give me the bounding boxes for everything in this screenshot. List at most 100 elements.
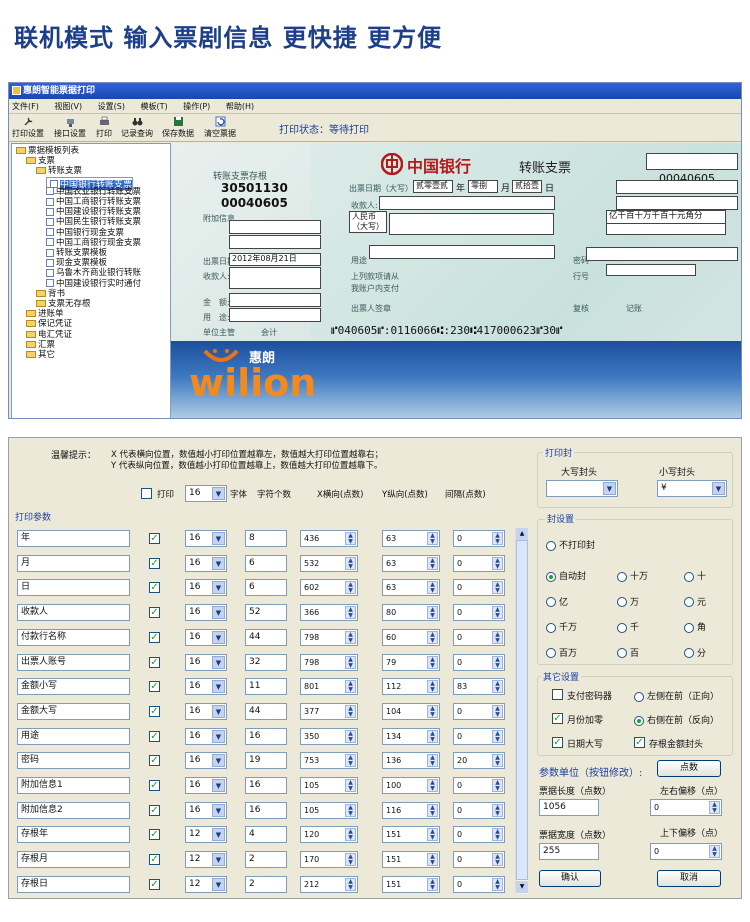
tree-item[interactable]: 中国农业银行转账支票 [46,187,141,197]
spinner-arrows-icon[interactable]: ▲ ▼ [492,877,503,891]
param-font-select[interactable]: 16 ▼ [185,628,227,646]
spinner-arrows-icon[interactable]: ▲ ▼ [709,845,720,858]
seal-option-radio[interactable]: 自动封 [546,569,586,582]
tree-item[interactable]: 中国工商银行转账支票 [46,197,141,207]
param-font-select[interactable]: 16 ▼ [185,579,227,597]
spinner-arrows-icon[interactable]: ▲ ▼ [492,853,503,867]
param-print-checkbox[interactable]: ✓ [149,607,160,619]
param-name-input[interactable]: 金额大写 [17,702,130,720]
spinner-arrows-icon[interactable]: ▲ ▼ [492,581,503,595]
tree-item[interactable]: 中国民生银行转账支票 [46,217,141,227]
param-x-spinner[interactable]: 120 ▲ ▼ [300,826,358,844]
spinner-arrows-icon[interactable]: ▲ ▼ [427,704,438,718]
param-print-checkbox[interactable]: ✓ [149,681,160,693]
spinner-arrows-icon[interactable]: ▲ ▼ [345,532,356,545]
spinner-arrows-icon[interactable]: ▲ ▼ [427,754,438,768]
param-font-select[interactable]: 16 ▼ [185,727,227,745]
stub-amount-checkbox[interactable]: ✓ [634,737,645,748]
spinner-arrows-icon[interactable]: ▲ ▼ [427,729,438,743]
param-gap-spinner[interactable]: 0 ▲ ▼ [453,653,505,671]
param-y-spinner[interactable]: 151 ▲ ▼ [382,875,440,893]
spinner-arrows-icon[interactable]: ▲ ▼ [345,877,356,891]
spinner-arrows-icon[interactable]: ▲ ▼ [427,532,438,545]
param-gap-spinner[interactable]: 0 ▲ ▼ [453,826,505,844]
spinner-arrows-icon[interactable]: ▲ ▼ [492,754,503,768]
spinner-arrows-icon[interactable]: ▲ ▼ [492,556,503,570]
spinner-arrows-icon[interactable]: ▲ ▼ [345,655,356,669]
tree-item[interactable]: 现金支票模板 [46,258,107,268]
spinner-arrows-icon[interactable]: ▲ ▼ [427,630,438,644]
spinner-arrows-icon[interactable]: ▲ ▼ [427,680,438,694]
spinner-arrows-icon[interactable]: ▲ ▼ [427,581,438,595]
spinner-arrows-icon[interactable]: ▲ ▼ [345,581,356,595]
small-seal-select[interactable]: ¥ ▼ [657,480,727,497]
clear-cheque-button[interactable]: 清空票据 [204,116,236,139]
param-chars-input[interactable]: 8 [245,530,287,547]
param-print-checkbox[interactable]: ✓ [149,804,160,816]
param-chars-input[interactable]: 2 [245,851,287,869]
seal-option-radio[interactable]: 十万 [617,569,648,582]
spinner-arrows-icon[interactable]: ▲ ▼ [345,779,356,792]
param-y-spinner[interactable]: 63 ▲ ▼ [382,554,440,572]
param-print-checkbox[interactable]: ✓ [149,854,160,866]
param-font-select[interactable]: 12 ▼ [185,826,227,844]
param-x-spinner[interactable]: 350 ▲ ▼ [300,727,358,745]
param-name-input[interactable]: 存根年 [17,826,130,844]
spinner-arrows-icon[interactable]: ▲ ▼ [427,877,438,891]
tree-item[interactable]: 汇票 [26,340,55,350]
big-seal-select[interactable]: ▼ [546,480,618,497]
param-print-checkbox[interactable]: ✓ [149,533,160,544]
interface-settings-button[interactable]: 接口设置 [54,116,86,139]
param-gap-spinner[interactable]: 0 ▲ ▼ [453,801,505,819]
param-font-select[interactable]: 16 ▼ [185,702,227,720]
param-font-select[interactable]: 16 ▼ [185,678,227,696]
spinner-arrows-icon[interactable]: ▲ ▼ [345,680,356,694]
spinner-arrows-icon[interactable]: ▲ ▼ [345,606,356,620]
spinner-arrows-icon[interactable]: ▲ ▼ [492,803,503,817]
seal-option-radio[interactable]: 千万 [546,620,577,633]
param-y-spinner[interactable]: 63 ▲ ▼ [382,579,440,597]
param-scrollbar[interactable]: ▲ ▼ [515,528,528,894]
param-name-input[interactable]: 存根日 [17,875,130,893]
right-first-radio[interactable]: 右侧在前（反向） [634,713,719,726]
seal-option-radio[interactable]: 万 [617,595,639,608]
param-x-spinner[interactable]: 105 ▲ ▼ [300,801,358,819]
param-print-checkbox[interactable]: ✓ [149,705,160,717]
param-font-select[interactable]: 16 ▼ [185,653,227,671]
width-input[interactable]: 255 [539,843,599,860]
param-chars-input[interactable]: 6 [245,554,287,572]
param-x-spinner[interactable]: 212 ▲ ▼ [300,875,358,893]
spinner-arrows-icon[interactable]: ▲ ▼ [427,828,438,842]
param-x-spinner[interactable]: 602 ▲ ▼ [300,579,358,597]
template-tree[interactable]: 票据模板列表 支票 转账支票 中国银行转账支票 中国农业银行转账支票 中国工商银行转账支票… [11,143,171,418]
spinner-arrows-icon[interactable]: ▲ ▼ [492,704,503,718]
param-y-spinner[interactable]: 60 ▲ ▼ [382,628,440,646]
seal-option-radio[interactable]: 亿 [546,595,568,608]
tree-item[interactable]: 转账支票 [36,166,82,176]
seal-option-radio[interactable]: 分 [684,646,706,659]
menu-file[interactable]: 文件(F) [12,102,39,111]
param-name-input[interactable]: 附加信息1 [17,777,130,794]
param-name-input[interactable]: 附加信息2 [17,801,130,819]
no-print-seal-radio[interactable]: 不打印封 [546,538,595,551]
param-y-spinner[interactable]: 104 ▲ ▼ [382,702,440,720]
param-x-spinner[interactable]: 798 ▲ ▼ [300,628,358,646]
spinner-arrows-icon[interactable]: ▲ ▼ [427,779,438,792]
tree-item[interactable]: 票据模板列表 [16,146,79,156]
spinner-arrows-icon[interactable]: ▲ ▼ [492,828,503,842]
param-print-checkbox[interactable]: ✓ [149,582,160,594]
param-print-checkbox[interactable]: ✓ [149,730,160,742]
param-gap-spinner[interactable]: 0 ▲ ▼ [453,628,505,646]
spinner-arrows-icon[interactable]: ▲ ▼ [345,630,356,644]
param-font-select[interactable]: 12 ▼ [185,875,227,893]
param-gap-spinner[interactable]: 0 ▲ ▼ [453,727,505,745]
spinner-arrows-icon[interactable]: ▲ ▼ [345,729,356,743]
menu-settings[interactable]: 设置(S) [98,102,125,111]
param-print-checkbox[interactable]: ✓ [149,755,160,767]
param-y-spinner[interactable]: 151 ▲ ▼ [382,826,440,844]
seal-option-radio[interactable]: 元 [684,595,706,608]
param-y-spinner[interactable]: 112 ▲ ▼ [382,678,440,696]
spinner-arrows-icon[interactable]: ▲ ▼ [345,853,356,867]
param-name-input[interactable]: 收款人 [17,604,130,622]
spinner-arrows-icon[interactable]: ▲ ▼ [345,803,356,817]
